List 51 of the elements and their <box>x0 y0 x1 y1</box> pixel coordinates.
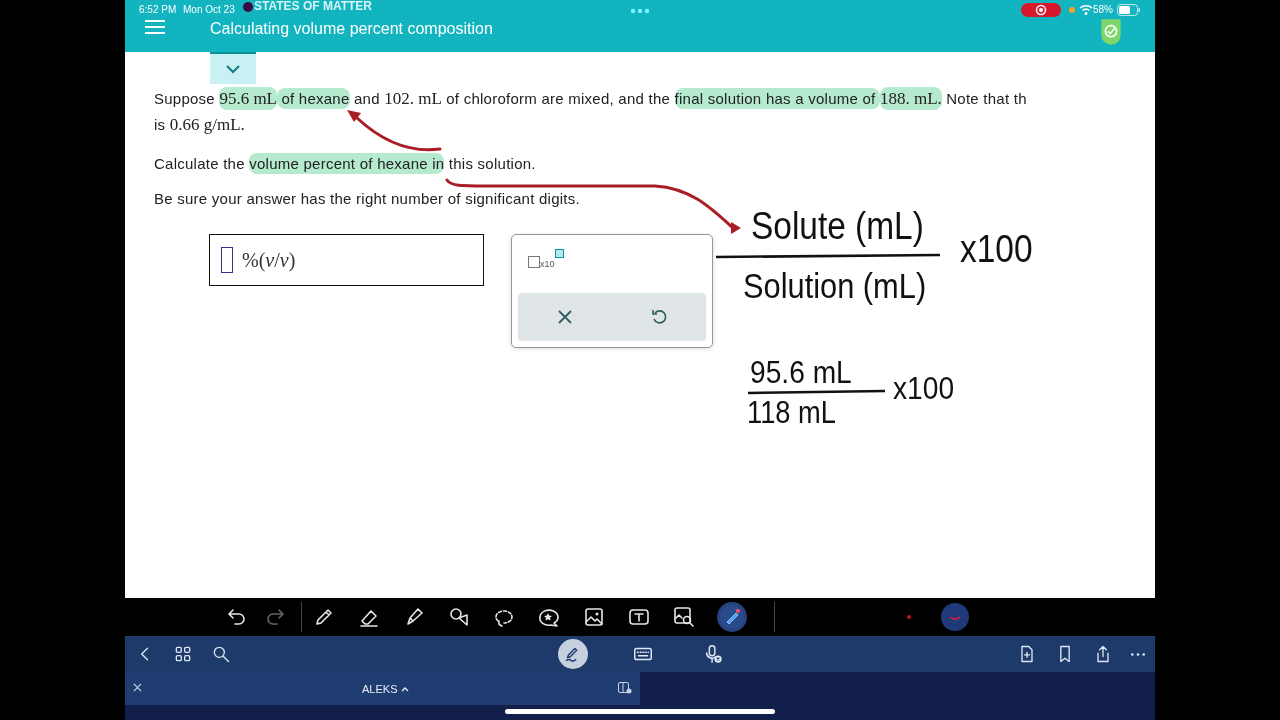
question-text: Suppose 95.6 mL of hexane and 102. mL of chloroform are mixed, and the final solution has a volume of 188. mL. Note that th <box>154 88 1027 110</box>
question-text: is 0.66 g/mL. <box>154 114 245 136</box>
grid-icon <box>173 644 193 664</box>
handwritten-numerator: Solute (mL) <box>751 207 924 245</box>
laser-pointer-icon <box>720 605 744 629</box>
shapes-icon <box>447 605 471 629</box>
battery-percent: 58% <box>1093 4 1113 15</box>
handwritten-denominator: Solution (mL) <box>743 268 927 303</box>
tool-button[interactable] <box>717 602 747 632</box>
handwritten-denominator: 118 mL <box>747 397 836 428</box>
more-dots-icon[interactable] <box>630 8 650 14</box>
wifi-icon <box>1079 4 1093 15</box>
tab-title[interactable]: ALEKS <box>362 682 410 695</box>
cursor-box-icon <box>221 247 233 273</box>
collapse-tab[interactable] <box>210 52 256 84</box>
screen-recording-icon[interactable] <box>1021 3 1061 17</box>
badge-check-icon[interactable] <box>1099 19 1123 45</box>
exponent-button[interactable]: x10 <box>528 249 564 269</box>
search-icon <box>211 644 231 664</box>
pen-color-icon[interactable] <box>941 603 969 631</box>
tool-button[interactable] <box>672 605 696 629</box>
lesson-title: Calculating volume percent composition <box>210 20 493 38</box>
chevron-down-icon <box>225 64 241 74</box>
browser-tab[interactable]: ALEKS <box>125 672 640 705</box>
question-text: Calculate the volume percent of hexane in this solution. <box>154 153 536 175</box>
tool-button[interactable] <box>582 605 606 629</box>
color-dot-icon[interactable] <box>907 615 911 619</box>
mode-button[interactable] <box>558 639 588 669</box>
handwritten-factor: x100 <box>893 372 955 404</box>
unit-label: %(v/v) <box>242 248 296 272</box>
question-text: Be sure your answer has the right number of significant digits. <box>154 189 580 209</box>
handwritten-factor: x100 <box>960 230 1033 268</box>
battery-icon <box>1117 4 1141 16</box>
more-icon <box>1131 652 1145 656</box>
status-time: 6:52 PM <box>139 4 177 15</box>
image-icon <box>582 605 606 629</box>
handwritten-numerator: 95.6 mL <box>750 356 852 388</box>
answer-field[interactable]: %(v/v) <box>209 234 484 286</box>
privacy-dot-icon <box>1069 7 1075 13</box>
tool-button[interactable] <box>447 605 471 629</box>
search-button[interactable] <box>211 644 231 664</box>
topic-label: STATES OF MATTER <box>254 0 372 12</box>
status-date: Mon Oct 23 <box>183 4 235 15</box>
split-view-icon[interactable] <box>618 682 632 694</box>
image-search-icon <box>672 605 696 629</box>
caret-up-icon <box>401 685 410 692</box>
close-icon <box>556 309 573 325</box>
grid-button[interactable] <box>173 644 193 664</box>
close-icon[interactable] <box>133 683 142 692</box>
indicator-dot-icon <box>243 2 253 12</box>
undo-icon <box>649 308 668 326</box>
